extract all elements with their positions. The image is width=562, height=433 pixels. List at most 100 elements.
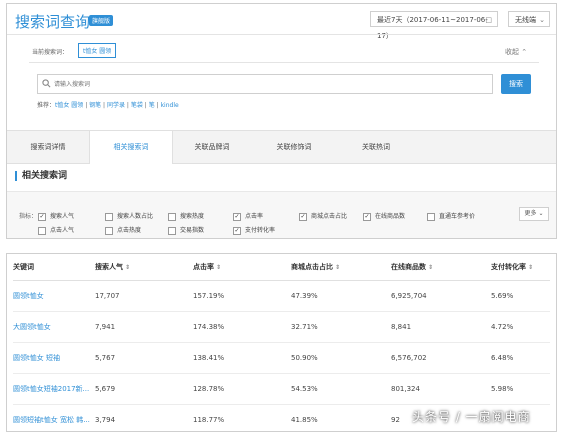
edition-badge: 旗舰版	[89, 15, 114, 26]
header-label: 点击率	[193, 263, 214, 271]
checkbox-icon	[168, 212, 176, 221]
sort-icon[interactable]: ⇕	[428, 264, 433, 271]
metric-label: 交易指数	[180, 227, 205, 234]
recommend-link[interactable]: kindle	[161, 102, 179, 109]
cell-value: 6,925,704	[391, 280, 491, 312]
table-row: 圆领t恤女短袖2017新... 5,679 128.78% 54.53% 801…	[13, 373, 550, 405]
cell-value: 54.53%	[291, 373, 391, 405]
section-title: 相关搜索词	[15, 171, 67, 181]
collapse-toggle[interactable]: 收起 ⌃	[505, 47, 527, 57]
metric-checkbox[interactable]: 直通车参考价	[427, 211, 475, 221]
metric-label: 点击热度	[117, 227, 142, 234]
checkbox-icon: ✓	[233, 226, 241, 235]
metric-label: 商城点击占比	[311, 213, 348, 220]
recommend-row: 推荐：t恤女 圆领 | 钢笔 | 同学录 | 笔袋 | 笔 | kindle	[37, 102, 179, 109]
col-click-rate[interactable]: 点击率 ⇕	[193, 254, 291, 281]
metric-label: 在线商品数	[375, 213, 406, 220]
metric-label: 点击率	[245, 213, 264, 220]
current-keyword-tag[interactable]: t恤女 圆领	[78, 43, 117, 58]
recommend-link[interactable]: 钢笔	[89, 102, 101, 109]
cell-value: 5.69%	[491, 280, 550, 312]
metric-checkbox[interactable]: 搜索热度	[168, 211, 204, 221]
col-search-popularity[interactable]: 搜索人气 ⇕	[95, 254, 193, 281]
recommend-link[interactable]: 笔袋	[131, 102, 143, 109]
recommend-link[interactable]: 同学录	[107, 102, 125, 109]
cell-value: 6.48%	[491, 342, 550, 374]
tab-hot-words[interactable]: 关联热词	[335, 131, 417, 163]
sort-icon[interactable]: ⇕	[528, 264, 533, 271]
cell-value: 50.90%	[291, 342, 391, 374]
header-label: 搜索人气	[95, 263, 123, 271]
chevron-up-icon: ⌃	[521, 48, 528, 56]
metric-label: 支付转化率	[245, 227, 276, 234]
cell-value: 118.77%	[193, 404, 291, 431]
cell-value: 128.78%	[193, 373, 291, 405]
metric-label: 搜索人数占比	[117, 213, 154, 220]
metric-checkbox[interactable]: ✓ 搜索人气	[38, 211, 74, 221]
search-field[interactable]	[37, 74, 493, 94]
table-header-row: 关键词 搜索人气 ⇕ 点击率 ⇕ 商城点击占比 ⇕ 在线商品数 ⇕ 支付转化率 ⇕	[13, 254, 550, 281]
col-online-items[interactable]: 在线商品数 ⇕	[391, 254, 491, 281]
keyword-link[interactable]: 圆领t恤女短袖2017新...	[13, 373, 95, 405]
metrics-filter: 指标： ✓ 搜索人气 搜索人数占比 搜索热度 ✓ 点击率 ✓ 商城点击占比 ✓ 在线商品…	[7, 191, 556, 238]
cell-value: 6,576,702	[391, 342, 491, 374]
recommend-label: 推荐：	[37, 102, 56, 109]
metric-checkbox[interactable]: ✓ 商城点击占比	[299, 211, 347, 221]
header-label: 支付转化率	[491, 263, 526, 271]
metric-checkbox[interactable]: ✓ 在线商品数	[363, 211, 405, 221]
checkbox-icon: ✓	[363, 212, 371, 221]
tab-related-keywords[interactable]: 相关搜索词	[89, 131, 173, 164]
table-row: 圆领t恤女 17,707 157.19% 47.39% 6,925,704 5.…	[13, 280, 550, 312]
recommend-link[interactable]: t恤女 圆领	[55, 102, 83, 109]
cell-value: 17,707	[95, 280, 193, 312]
sort-icon[interactable]: ⇕	[125, 264, 130, 271]
keyword-link[interactable]: 圆领短袖t恤女 宽松 韩...	[13, 404, 95, 431]
device-select[interactable]: 无线端 ⌄	[508, 11, 550, 27]
cell-value: 174.38%	[193, 311, 291, 343]
more-label: 更多	[524, 210, 537, 217]
cell-value: 4.72%	[491, 311, 550, 343]
cell-value: 41.85%	[291, 404, 391, 431]
results-table-panel: 关键词 搜索人气 ⇕ 点击率 ⇕ 商城点击占比 ⇕ 在线商品数 ⇕ 支付转化率 ⇕ 圆领t…	[6, 253, 557, 432]
header-label: 在线商品数	[391, 263, 426, 271]
results-table: 关键词 搜索人气 ⇕ 点击率 ⇕ 商城点击占比 ⇕ 在线商品数 ⇕ 支付转化率 ⇕ 圆领t…	[13, 254, 550, 431]
checkbox-icon	[105, 226, 113, 235]
cell-value: 5,679	[95, 373, 193, 405]
checkbox-icon: ✓	[299, 212, 307, 221]
header-label: 商城点击占比	[291, 263, 333, 271]
metric-checkbox[interactable]: 搜索人数占比	[105, 211, 153, 221]
metric-checkbox[interactable]: ✓ 支付转化率	[233, 225, 275, 235]
cell-value: 5,767	[95, 342, 193, 374]
cell-value: 801,324	[391, 373, 491, 405]
metric-checkbox[interactable]: 点击热度	[105, 225, 141, 235]
metric-checkbox[interactable]: 点击人气	[38, 225, 74, 235]
col-keyword: 关键词	[13, 254, 95, 281]
search-button[interactable]: 搜索	[501, 74, 531, 94]
metric-checkbox[interactable]: ✓ 点击率	[233, 211, 263, 221]
col-payment-conversion[interactable]: 支付转化率 ⇕	[491, 254, 550, 281]
keyword-link[interactable]: 圆领t恤女 短袖	[13, 342, 95, 374]
search-input[interactable]	[54, 78, 484, 90]
sort-icon[interactable]: ⇕	[335, 264, 340, 271]
page-title: 搜索词查询	[15, 13, 91, 31]
date-range-select[interactable]: 最近7天（2017-06-11~2017-06-17） □	[370, 11, 498, 40]
table-row: 圆领t恤女 短袖 5,767 138.41% 50.90% 6,576,702 …	[13, 342, 550, 374]
metrics-label: 指标：	[19, 213, 38, 220]
col-mall-click-share[interactable]: 商城点击占比 ⇕	[291, 254, 391, 281]
current-keyword-label: 当前搜索词：	[32, 49, 69, 56]
metric-label: 直通车参考价	[439, 213, 476, 220]
cell-value: 138.41%	[193, 342, 291, 374]
recommend-link[interactable]: 笔	[149, 102, 155, 109]
device-value: 无线端	[515, 16, 536, 24]
sort-icon[interactable]: ⇕	[216, 264, 221, 271]
metric-checkbox[interactable]: 交易指数	[168, 225, 204, 235]
tab-modifier-words[interactable]: 关联修饰词	[253, 131, 335, 163]
collapse-label: 收起	[505, 48, 519, 56]
keyword-link[interactable]: 圆领t恤女	[13, 280, 95, 312]
tab-keyword-detail[interactable]: 搜索词详情	[7, 131, 89, 163]
keyword-link[interactable]: 大圆领t恤女	[13, 311, 95, 343]
checkbox-icon	[105, 212, 113, 221]
tab-brand-words[interactable]: 关联品牌词	[171, 131, 253, 163]
more-metrics-button[interactable]: 更多 ⌄	[519, 207, 549, 221]
cell-value: 157.19%	[193, 280, 291, 312]
